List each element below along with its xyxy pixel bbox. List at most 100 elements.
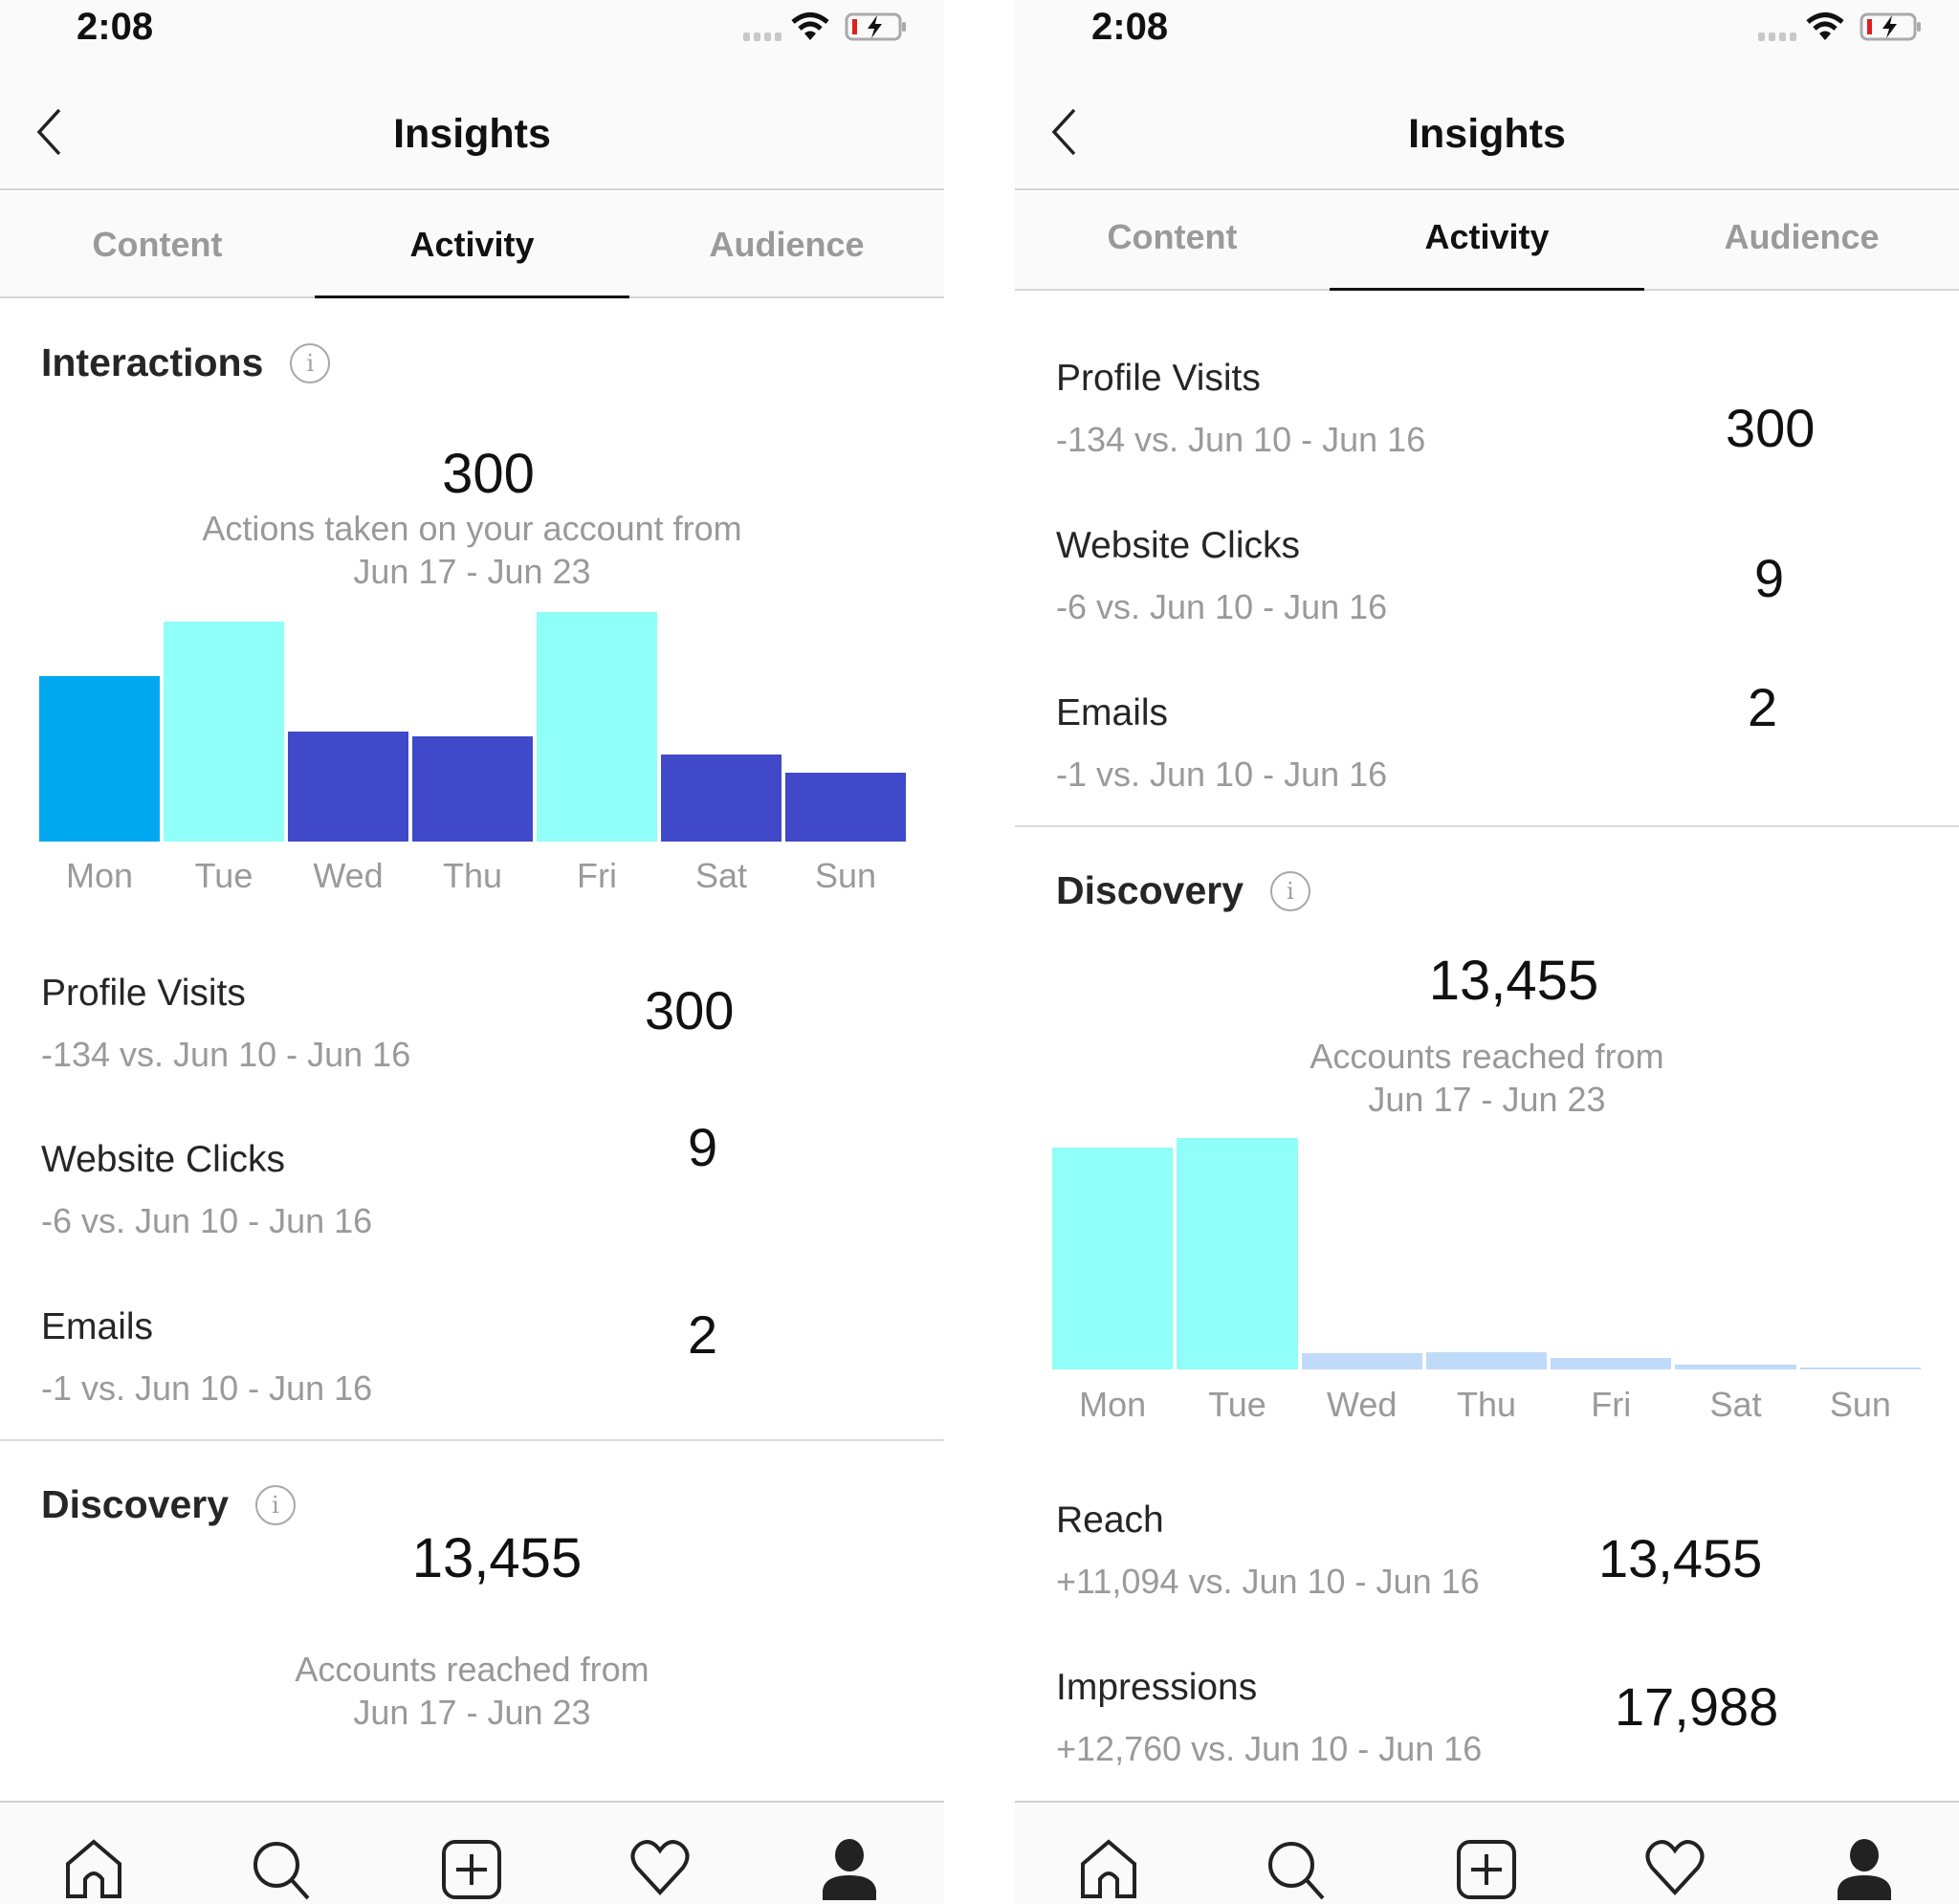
discovery-chart-labels: Mon Tue Wed Thu Fri Sat Sun	[1050, 1385, 1923, 1433]
stat-label: Website Clicks	[41, 1139, 286, 1180]
wifi-icon	[791, 12, 829, 40]
stat-value: 13,455	[1598, 1528, 1763, 1588]
chart-bar-mon[interactable]	[39, 676, 160, 842]
stat-label: Profile Visits	[1056, 358, 1261, 399]
profile-icon[interactable]	[821, 1839, 878, 1900]
stat-label: Emails	[1056, 692, 1169, 733]
chart-bar-sat[interactable]	[661, 754, 781, 842]
discovery-subtitle-2: Jun 17 - Jun 23	[353, 1693, 591, 1732]
chart-tick-label: Sun	[814, 856, 877, 895]
interactions-subtitle-1: Actions taken on your account from	[202, 509, 742, 548]
tab-audience[interactable]: Audience	[629, 192, 944, 296]
chart-bar-mon[interactable]	[1052, 1147, 1174, 1369]
nav-bar: Insights	[0, 73, 944, 190]
chart-tick-label: Sat	[694, 856, 748, 895]
stat-delta: -1 vs. Jun 10 - Jun 16	[1056, 755, 1388, 794]
chart-tick-label: Mon	[1079, 1385, 1147, 1424]
chart-tick-label: Fri	[1591, 1385, 1632, 1424]
battery-charging-icon	[845, 12, 906, 41]
chart-bar-fri[interactable]	[537, 612, 657, 842]
tab-bar: Content Activity Audience	[1015, 192, 1959, 291]
stat-label: Emails	[41, 1306, 154, 1347]
chart-bar-fri[interactable]	[1551, 1357, 1672, 1369]
discovery-header: Discovery i	[41, 1482, 297, 1527]
stat-delta: -6 vs. Jun 10 - Jun 16	[1056, 587, 1388, 626]
bottom-tab-bar	[1015, 1801, 1959, 1904]
bottom-tab-bar	[0, 1801, 944, 1904]
stat-label: Reach	[1056, 1499, 1164, 1541]
insights-screen-right: 2:08 Insights Content Activity Audience …	[1015, 0, 1959, 1904]
chart-bar-tue[interactable]	[1177, 1138, 1298, 1369]
tab-activity[interactable]: Activity	[1330, 192, 1644, 291]
interactions-total: 300	[442, 443, 535, 505]
interactions-subtitle-2: Jun 17 - Jun 23	[353, 552, 591, 591]
chart-bar-thu[interactable]	[412, 735, 533, 842]
search-icon[interactable]	[251, 1839, 312, 1900]
activity-heart-icon[interactable]	[629, 1839, 691, 1896]
discovery-chart	[1050, 1138, 1923, 1369]
section-divider	[0, 1439, 944, 1441]
status-bar: 2:08	[0, 0, 944, 73]
insights-screen-left: 2:08 Insights Content Activity Audience …	[0, 0, 944, 1904]
stat-value: 300	[645, 980, 735, 1040]
signal-icon	[1758, 33, 1796, 41]
stat-value: 17,988	[1615, 1676, 1779, 1737]
stat-value: 2	[1748, 677, 1778, 737]
discovery-title: Discovery	[41, 1482, 230, 1526]
profile-icon[interactable]	[1836, 1839, 1893, 1900]
stat-delta: -134 vs. Jun 10 - Jun 16	[1056, 420, 1426, 459]
chart-tick-label: Thu	[442, 856, 503, 895]
stat-delta: -6 vs. Jun 10 - Jun 16	[41, 1201, 373, 1240]
chart-tick-label: Wed	[313, 856, 384, 895]
nav-bar: Insights	[1015, 73, 1959, 190]
info-icon[interactable]: i	[255, 1484, 297, 1525]
discovery-header: Discovery i	[1056, 868, 1311, 913]
discovery-total: 13,455	[1428, 950, 1599, 1012]
home-icon[interactable]	[1079, 1839, 1138, 1898]
stat-delta: -1 vs. Jun 10 - Jun 16	[41, 1368, 373, 1408]
chart-tick-label: Sun	[1829, 1385, 1891, 1424]
section-divider	[1015, 825, 1959, 827]
status-time: 2:08	[1091, 6, 1169, 48]
chart-bar-sun[interactable]	[785, 773, 906, 842]
chart-tick-label: Tue	[194, 856, 253, 895]
stat-value: 300	[1726, 398, 1816, 458]
activity-heart-icon[interactable]	[1644, 1839, 1706, 1896]
new-post-icon[interactable]	[1456, 1839, 1517, 1900]
chart-bar-sat[interactable]	[1675, 1365, 1796, 1369]
battery-charging-icon	[1860, 12, 1921, 41]
stat-label: Impressions	[1056, 1667, 1258, 1708]
chart-bar-wed[interactable]	[288, 731, 408, 842]
stat-value: 2	[688, 1304, 718, 1365]
stat-value: 9	[1754, 548, 1785, 608]
chart-bar-sun[interactable]	[1799, 1367, 1921, 1369]
tab-content[interactable]: Content	[0, 192, 315, 296]
signal-icon	[743, 33, 781, 41]
chart-bar-wed[interactable]	[1301, 1353, 1422, 1369]
discovery-title: Discovery	[1056, 868, 1244, 912]
home-icon[interactable]	[64, 1839, 123, 1898]
tab-content[interactable]: Content	[1015, 192, 1330, 289]
new-post-icon[interactable]	[441, 1839, 502, 1900]
discovery-subtitle-1: Accounts reached from	[295, 1650, 649, 1689]
tab-activity[interactable]: Activity	[315, 192, 629, 298]
discovery-total: 13,455	[411, 1527, 583, 1589]
chart-bar-thu[interactable]	[1425, 1351, 1548, 1369]
chart-bar-tue[interactable]	[164, 621, 284, 842]
tab-bar: Content Activity Audience	[0, 192, 944, 298]
chart-tick-label: Sat	[1709, 1385, 1762, 1424]
stat-value: 9	[688, 1117, 718, 1177]
info-icon[interactable]: i	[290, 342, 331, 383]
page-title: Insights	[1408, 111, 1566, 157]
interactions-header: Interactions i	[41, 340, 331, 385]
discovery-subtitle-2: Jun 17 - Jun 23	[1368, 1080, 1606, 1119]
chart-tick-label: Wed	[1327, 1385, 1398, 1424]
search-icon[interactable]	[1266, 1839, 1327, 1900]
interactions-chart-labels: Mon Tue Wed Thu Fri Sat Sun	[37, 856, 908, 904]
stat-delta: +11,094 vs. Jun 10 - Jun 16	[1056, 1562, 1480, 1601]
tab-audience[interactable]: Audience	[1644, 192, 1959, 289]
stat-delta: -134 vs. Jun 10 - Jun 16	[41, 1035, 411, 1074]
stat-label: Profile Visits	[41, 973, 246, 1014]
stat-delta: +12,760 vs. Jun 10 - Jun 16	[1056, 1729, 1483, 1768]
info-icon[interactable]: i	[1270, 870, 1311, 911]
